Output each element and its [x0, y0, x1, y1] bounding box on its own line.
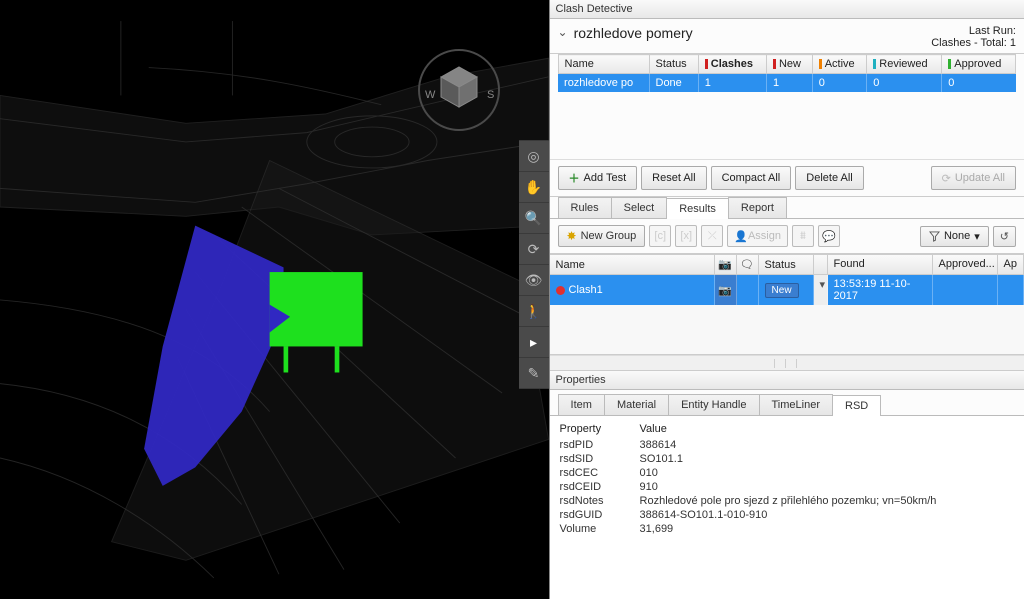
- explode-icon[interactable]: [x]: [675, 225, 697, 247]
- tool-zoom-icon[interactable]: 🔍: [519, 203, 549, 233]
- results-col-status-caret[interactable]: [814, 255, 828, 274]
- tests-header-row: Name Status Clashes New Active Reviewed …: [558, 55, 1015, 74]
- results-col-viewpoint-icon[interactable]: 🗨: [737, 255, 759, 274]
- ungroup-icon[interactable]: ⤫: [701, 225, 723, 247]
- viewcube[interactable]: W S: [414, 45, 504, 135]
- property-row: rsdCEID910: [560, 480, 1014, 494]
- caret-down-icon: ⌄: [558, 25, 568, 39]
- compact-all-button[interactable]: Compact All: [711, 166, 792, 190]
- tests-col-clashes[interactable]: Clashes: [698, 55, 766, 74]
- last-run-label: Last Run:: [969, 25, 1016, 37]
- reset-all-button[interactable]: Reset All: [641, 166, 706, 190]
- properties-title: Properties: [550, 371, 1024, 390]
- tool-look-icon[interactable]: 👁: [519, 265, 549, 295]
- properties-body: Property Value rsdPID388614rsdSIDSO101.1…: [550, 416, 1024, 599]
- results-col-status[interactable]: Status: [759, 255, 814, 274]
- properties-tabs: Item Material Entity Handle TimeLiner RS…: [550, 394, 1024, 416]
- clash-total-label: Clashes - Total: 1: [931, 37, 1016, 49]
- property-row: rsdNotesRozhledové pole pro sjezd z přil…: [560, 494, 1014, 508]
- prop-header-value: Value: [640, 423, 1014, 435]
- chevron-down-icon: ▾: [974, 230, 980, 243]
- results-header: Name 📷 🗨 Status Found Approved... Ap: [550, 255, 1024, 275]
- right-panel: Clash Detective ⌄ rozhledove pomery Last…: [549, 0, 1024, 599]
- add-test-button[interactable]: ＋Add Test: [558, 166, 638, 190]
- plus-icon: ＋: [569, 170, 580, 186]
- horizontal-scroll[interactable]: ｜｜｜: [550, 355, 1024, 371]
- tests-col-approved[interactable]: Approved: [942, 55, 1016, 74]
- tests-col-status[interactable]: Status: [649, 55, 698, 74]
- tab-rsd[interactable]: RSD: [832, 395, 881, 416]
- filter-none-dropdown[interactable]: None▾: [920, 226, 989, 247]
- results-col-ap[interactable]: Ap: [998, 255, 1024, 274]
- tab-results[interactable]: Results: [666, 198, 729, 219]
- main-tabs: Rules Select Results Report: [550, 197, 1024, 219]
- tool-steering-wheel-icon[interactable]: ◎: [519, 141, 549, 171]
- tests-accordion-header[interactable]: ⌄ rozhledove pomery Last Run: Clashes - …: [550, 19, 1024, 54]
- funnel-icon: [929, 231, 940, 242]
- tests-col-active[interactable]: Active: [812, 55, 867, 74]
- tests-col-reviewed[interactable]: Reviewed: [867, 55, 942, 74]
- tool-select-icon[interactable]: ▸: [519, 327, 549, 357]
- delete-all-button[interactable]: Delete All: [795, 166, 863, 190]
- tests-col-name[interactable]: Name: [558, 55, 649, 74]
- viewport-toolbar: ◎ ✋ 🔍 ⟳ 👁 🚶 ▸ ✎: [519, 140, 549, 389]
- tab-timeliner[interactable]: TimeLiner: [759, 394, 834, 415]
- tool-orbit-icon[interactable]: ⟳: [519, 234, 549, 264]
- tab-report[interactable]: Report: [728, 197, 787, 218]
- test-name-title: rozhledove pomery: [574, 25, 932, 41]
- status-badge: New: [765, 283, 799, 298]
- property-row: rsdPID388614: [560, 438, 1014, 452]
- status-dot-icon: [556, 286, 565, 295]
- prop-header-property: Property: [560, 423, 640, 435]
- tab-item[interactable]: Item: [558, 394, 605, 415]
- tab-select[interactable]: Select: [611, 197, 668, 218]
- results-col-found[interactable]: Found: [828, 255, 933, 274]
- tests-col-new[interactable]: New: [766, 55, 812, 74]
- update-all-button[interactable]: ⟳Update All: [931, 166, 1016, 190]
- clash-detective-title: Clash Detective: [550, 0, 1024, 19]
- assign-button[interactable]: 👤 Assign: [727, 225, 788, 247]
- property-row: Volume31,699: [560, 522, 1014, 536]
- property-row: rsdGUID388614-SO101.1-010-910: [560, 508, 1014, 522]
- properties-panel: Properties Item Material Entity Handle T…: [550, 371, 1024, 599]
- rerun-button[interactable]: ↺: [993, 226, 1016, 247]
- results-col-approved[interactable]: Approved...: [933, 255, 998, 274]
- tests-table: Name Status Clashes New Active Reviewed …: [558, 54, 1016, 92]
- group-icon[interactable]: [c]: [649, 225, 671, 247]
- results-col-camera-icon[interactable]: 📷: [715, 255, 737, 274]
- tests-toolbar: ＋Add Test Reset All Compact All Delete A…: [550, 159, 1024, 197]
- results-toolbar: ✸New Group [c] [x] ⤫ 👤 Assign ⩩ 💬 None▾ …: [550, 219, 1024, 254]
- tool-walk-icon[interactable]: 🚶: [519, 296, 549, 326]
- new-group-button[interactable]: ✸New Group: [558, 225, 646, 247]
- tests-row[interactable]: rozhledove po Done 1 1 0 0 0: [558, 74, 1015, 93]
- svg-text:W: W: [425, 89, 436, 101]
- property-row: rsdSIDSO101.1: [560, 452, 1014, 466]
- update-icon: ⟳: [942, 172, 951, 185]
- tool-pan-icon[interactable]: ✋: [519, 172, 549, 202]
- filter-icon[interactable]: ⩩: [792, 225, 814, 247]
- status-dropdown-caret[interactable]: ▾: [814, 275, 828, 305]
- tab-entity-handle[interactable]: Entity Handle: [668, 394, 759, 415]
- comment-icon[interactable]: 💬: [818, 225, 840, 247]
- results-table: Name 📷 🗨 Status Found Approved... Ap Cla…: [550, 254, 1024, 371]
- property-row: rsdCEC010: [560, 466, 1014, 480]
- results-row[interactable]: Clash1 📷 New ▾ 13:53:19 11-10-2017: [550, 275, 1024, 305]
- viewport-3d[interactable]: W S ◎ ✋ 🔍 ⟳ 👁 🚶 ▸ ✎: [0, 0, 549, 599]
- star-icon: ✸: [567, 229, 577, 243]
- tool-measure-icon[interactable]: ✎: [519, 358, 549, 388]
- tab-material[interactable]: Material: [604, 394, 669, 415]
- svg-text:S: S: [487, 89, 494, 101]
- camera-icon[interactable]: 📷: [715, 275, 737, 305]
- tab-rules[interactable]: Rules: [558, 197, 612, 218]
- results-col-name[interactable]: Name: [550, 255, 715, 274]
